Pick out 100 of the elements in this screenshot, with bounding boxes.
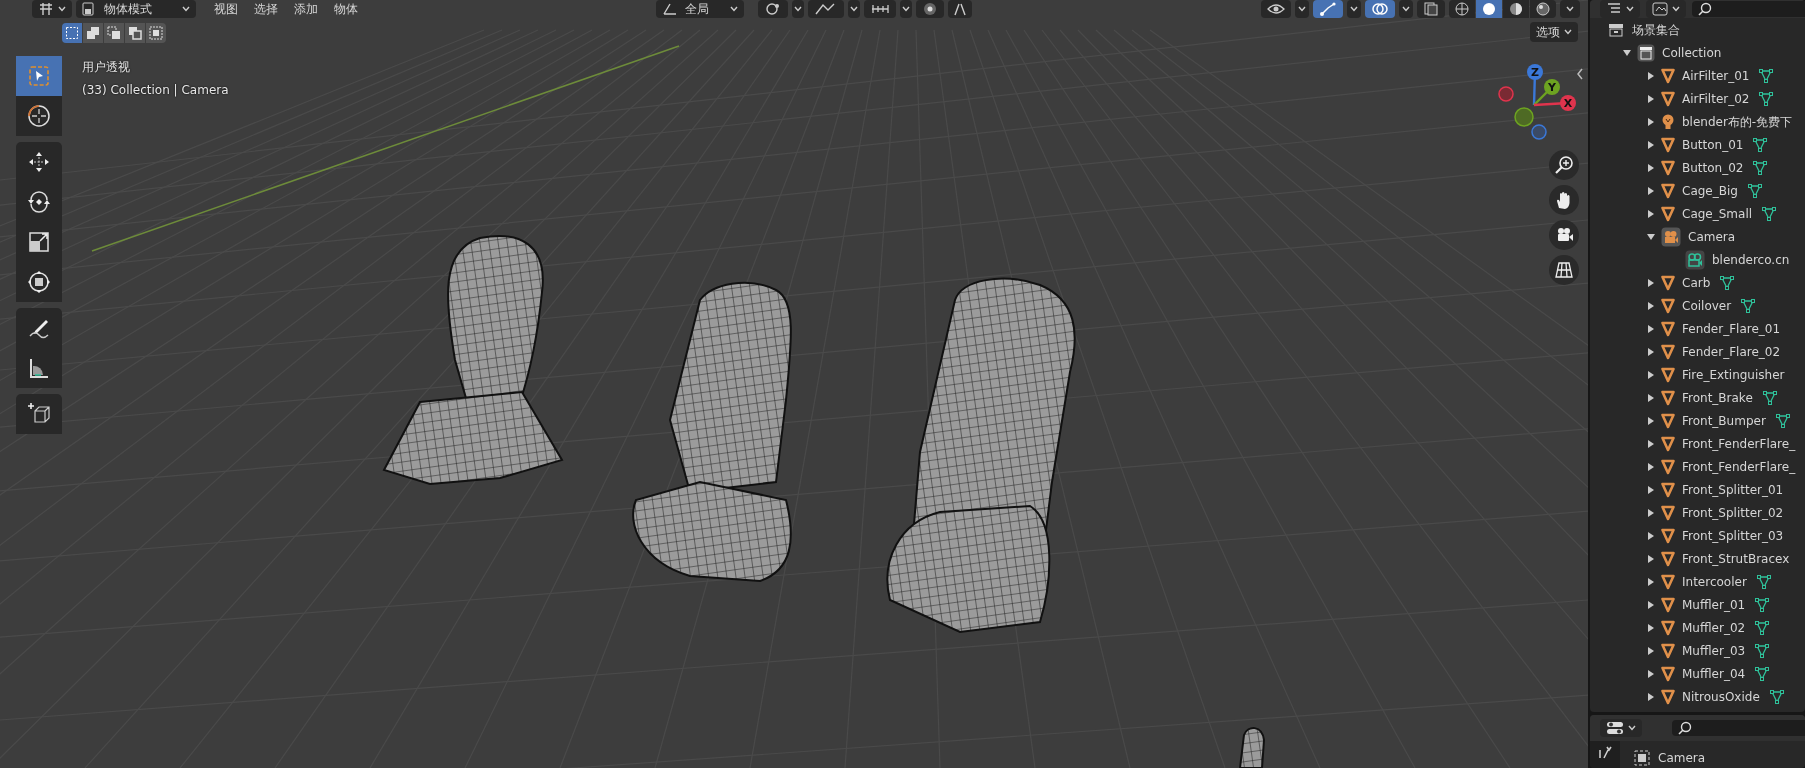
- outliner-item-label[interactable]: Front_Brake: [1682, 388, 1753, 407]
- selection-mode-button[interactable]: [104, 23, 124, 43]
- gizmo-options-dropdown[interactable]: [1347, 0, 1361, 18]
- selection-mode-button[interactable]: [125, 23, 145, 43]
- menu-item[interactable]: 选择: [246, 0, 286, 18]
- selection-mode-button[interactable]: [146, 23, 166, 43]
- expand-arrow-icon[interactable]: [1647, 209, 1655, 218]
- expand-arrow-icon[interactable]: [1647, 554, 1655, 563]
- outliner-item-label[interactable]: Cage_Small: [1682, 204, 1753, 223]
- expand-arrow-icon[interactable]: [1647, 347, 1655, 356]
- snap-target-dropdown-caret[interactable]: [899, 0, 912, 18]
- outliner-item-label[interactable]: Coilover: [1682, 296, 1732, 315]
- transform-tool-button[interactable]: [16, 262, 62, 302]
- expand-arrow-icon[interactable]: [1647, 140, 1655, 149]
- outliner-item-label[interactable]: Carb: [1682, 273, 1711, 292]
- selection-mode-button[interactable]: [83, 23, 103, 43]
- menu-item[interactable]: 视图: [206, 0, 246, 18]
- expand-arrow-icon[interactable]: [1647, 163, 1655, 172]
- snap-options-dropdown[interactable]: [847, 0, 860, 18]
- overlay-toggle[interactable]: [1365, 0, 1395, 18]
- outliner-item-label[interactable]: AirFilter_01: [1682, 66, 1750, 85]
- outliner-item-label[interactable]: Button_01: [1682, 135, 1744, 154]
- outliner-item-label[interactable]: AirFilter_02: [1682, 89, 1750, 108]
- measure-tool-button[interactable]: [16, 348, 62, 388]
- outliner-item-label[interactable]: Front_Bumper: [1682, 411, 1766, 430]
- editor-type-dropdown[interactable]: [1600, 719, 1642, 737]
- outliner-item-label[interactable]: blender布的-免费下: [1682, 112, 1793, 131]
- shading-mode-button[interactable]: [1476, 0, 1502, 18]
- xray-toggle[interactable]: [1417, 0, 1445, 18]
- outliner-item-label[interactable]: Front_Splitter_01: [1682, 480, 1784, 499]
- expand-arrow-icon[interactable]: [1647, 232, 1655, 241]
- expand-arrow-icon[interactable]: [1647, 531, 1655, 540]
- outliner-item-label[interactable]: Front_Splitter_03: [1682, 526, 1784, 545]
- expand-arrow-icon[interactable]: [1647, 324, 1655, 333]
- outliner-item-label[interactable]: Muffler_04: [1682, 664, 1746, 683]
- outliner-item-label[interactable]: Front_StrutBracex: [1682, 549, 1790, 568]
- outliner-item-label[interactable]: Fender_Flare_01: [1682, 319, 1781, 338]
- expand-arrow-icon[interactable]: [1623, 48, 1631, 57]
- camera-view-button[interactable]: [1549, 220, 1579, 250]
- outliner-item-label[interactable]: Fire_Extinguisher: [1682, 365, 1785, 384]
- outliner-item-label[interactable]: Front_FenderFlare_: [1682, 434, 1796, 453]
- search-field[interactable]: [1672, 720, 1805, 736]
- proportional-edit-toggle[interactable]: [915, 0, 944, 18]
- outliner-item-label[interactable]: Button_02: [1682, 158, 1744, 177]
- outliner-item-label[interactable]: Front_Splitter_02: [1682, 503, 1784, 522]
- display-mode-dropdown[interactable]: [1646, 0, 1686, 18]
- cursor-tool-button[interactable]: [16, 96, 62, 136]
- annotate-tool-button[interactable]: [16, 308, 62, 348]
- snap-target-dropdown[interactable]: [863, 0, 896, 18]
- options-dropdown[interactable]: 选项: [1530, 22, 1578, 42]
- orientation-dropdown[interactable]: 全局: [655, 0, 744, 18]
- outliner-item-label[interactable]: Fender_Flare_02: [1682, 342, 1781, 361]
- outliner-item-label[interactable]: Cage_Big: [1682, 181, 1738, 200]
- expand-arrow-icon[interactable]: [1647, 71, 1655, 80]
- expand-arrow-icon[interactable]: [1647, 462, 1655, 471]
- zoom-button[interactable]: [1549, 150, 1579, 180]
- expand-arrow-icon[interactable]: [1647, 393, 1655, 402]
- expand-arrow-icon[interactable]: [1647, 485, 1655, 494]
- search-field[interactable]: [1692, 1, 1805, 17]
- expand-arrow-icon[interactable]: [1647, 623, 1655, 632]
- expand-arrow-icon[interactable]: [1647, 416, 1655, 425]
- expand-arrow-icon[interactable]: [1647, 577, 1655, 586]
- outliner-item-label[interactable]: blenderco.cn: [1712, 250, 1790, 269]
- outliner-item-label[interactable]: Intercooler: [1682, 572, 1747, 591]
- outliner-item-label[interactable]: Front_FenderFlare_: [1682, 457, 1796, 476]
- menu-item[interactable]: 物体: [326, 0, 366, 18]
- outliner-item-label[interactable]: Collection: [1662, 43, 1722, 62]
- selection-mode-button[interactable]: [62, 23, 82, 43]
- expand-arrow-icon[interactable]: [1647, 117, 1655, 126]
- shading-mode-button[interactable]: [1449, 0, 1475, 18]
- editor-type-dropdown[interactable]: [32, 0, 72, 18]
- expand-arrow-icon[interactable]: [1647, 370, 1655, 379]
- outliner-item-label[interactable]: Camera: [1688, 227, 1736, 246]
- expand-arrow-icon[interactable]: [1647, 646, 1655, 655]
- outliner-item-label[interactable]: Muffler_01: [1682, 595, 1746, 614]
- menu-item[interactable]: 添加: [286, 0, 326, 18]
- perspective-toggle-button[interactable]: [1549, 255, 1579, 285]
- expand-arrow-icon[interactable]: [1647, 669, 1655, 678]
- expand-arrow-icon[interactable]: [1647, 186, 1655, 195]
- tool-tab-icon[interactable]: [1598, 745, 1612, 759]
- gizmo-toggle[interactable]: [1313, 0, 1343, 18]
- add-tool-button[interactable]: [16, 394, 62, 434]
- shading-dropdown[interactable]: [1560, 0, 1580, 18]
- expand-arrow-icon[interactable]: [1647, 94, 1655, 103]
- navigation-gizmo[interactable]: [1498, 64, 1576, 140]
- expand-arrow-icon[interactable]: [1647, 508, 1655, 517]
- falloff-dropdown[interactable]: [947, 0, 972, 18]
- pivot-dropdown[interactable]: [757, 0, 788, 18]
- visibility-options-dropdown[interactable]: [1295, 0, 1309, 18]
- expand-arrow-icon[interactable]: [1647, 439, 1655, 448]
- expand-arrow-icon[interactable]: [1647, 692, 1655, 701]
- shading-mode-button[interactable]: [1503, 0, 1529, 18]
- expand-arrow-icon[interactable]: [1647, 301, 1655, 310]
- pivot-dropdown-caret[interactable]: [791, 0, 804, 18]
- expand-arrow-icon[interactable]: [1647, 600, 1655, 609]
- outliner-item-label[interactable]: Muffler_03: [1682, 641, 1746, 660]
- snap-toggle[interactable]: [807, 0, 844, 18]
- shading-mode-button[interactable]: [1530, 0, 1556, 18]
- collapse-icon[interactable]: [1576, 68, 1584, 80]
- outliner-item-label[interactable]: Muffler_02: [1682, 618, 1746, 637]
